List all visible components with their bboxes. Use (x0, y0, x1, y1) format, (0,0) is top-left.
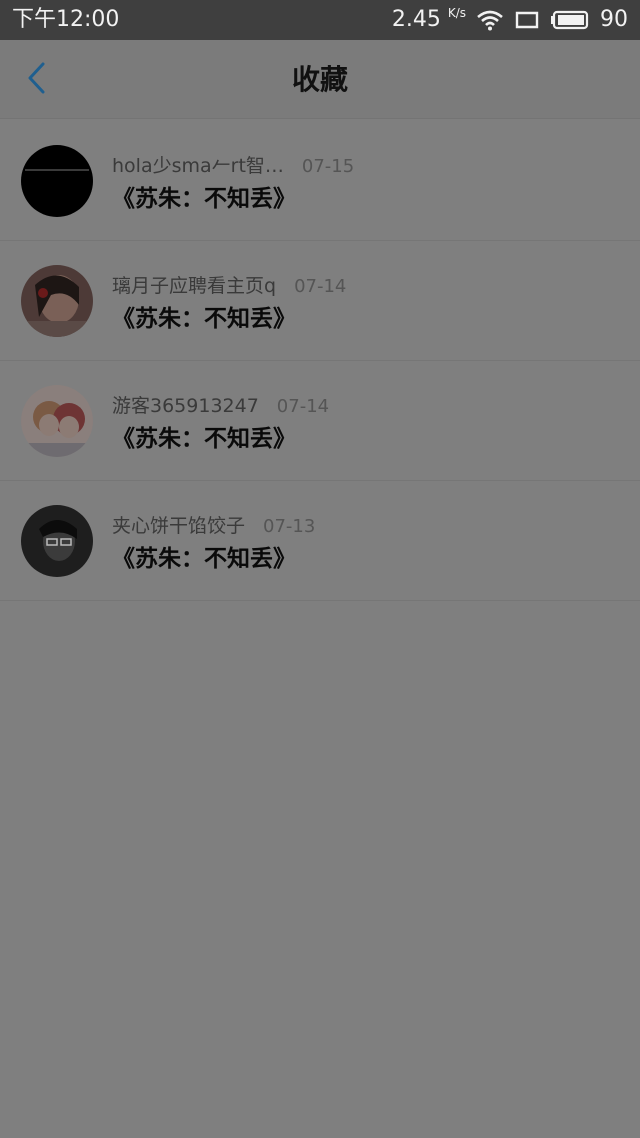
book-title[interactable]: 《苏朱：不知丢》 (112, 539, 296, 573)
favorite-meta: 璃月子应聘看主页q 07-14 (112, 271, 346, 298)
user-avatar[interactable] (21, 505, 93, 577)
battery-icon (550, 9, 590, 31)
book-title[interactable]: 《苏朱：不知丢》 (112, 179, 296, 213)
wifi-icon (476, 9, 504, 31)
favorites-list: hola少sma𠂉rt智… 07-15 《苏朱：不知丢》 璃月子应聘看主页q 0… (0, 121, 640, 601)
favorite-item[interactable]: hola少sma𠂉rt智… 07-15 《苏朱：不知丢》 (0, 121, 640, 241)
status-bar: 下午12:00 2.45 K/s 90 (0, 0, 640, 40)
net-speed-value: 2.45 (391, 7, 441, 32)
net-speed: 2.45 K/s (392, 6, 466, 34)
status-time: 下午12:00 (12, 7, 120, 32)
favorite-date: 07-15 (301, 156, 355, 177)
user-avatar[interactable] (21, 145, 93, 217)
favorite-item[interactable]: 璃月子应聘看主页q 07-14 《苏朱：不知丢》 (0, 241, 640, 361)
book-title[interactable]: 《苏朱：不知丢》 (112, 419, 296, 453)
favorite-meta: 游客365913247 07-14 (112, 391, 329, 418)
favorite-date: 07-14 (294, 276, 347, 297)
book-title[interactable]: 《苏朱：不知丢》 (112, 299, 296, 333)
username[interactable]: 璃月子应聘看主页q (112, 271, 276, 298)
favorite-date: 07-13 (263, 516, 316, 537)
favorite-meta: 夹心饼干馅饺子 07-13 (112, 511, 315, 538)
user-avatar[interactable] (21, 265, 93, 337)
username[interactable]: 夹心饼干馅饺子 (112, 511, 245, 538)
screen-icon (514, 9, 540, 31)
favorite-date: 07-14 (276, 396, 330, 417)
top-nav-bar: 收藏 (0, 40, 640, 119)
favorite-meta: hola少sma𠂉rt智… 07-15 (112, 151, 354, 178)
user-avatar[interactable] (21, 385, 93, 457)
battery-level: 90 (600, 7, 628, 32)
net-speed-unit: K/s (447, 6, 466, 20)
status-right-group: 2.45 K/s 90 (392, 6, 628, 34)
favorite-item[interactable]: 游客365913247 07-14 《苏朱：不知丢》 (0, 361, 640, 481)
username[interactable]: 游客365913247 (112, 391, 259, 418)
username[interactable]: hola少sma𠂉rt智… (112, 151, 284, 178)
page-title: 收藏 (291, 63, 348, 96)
favorite-item[interactable]: 夹心饼干馅饺子 07-13 《苏朱：不知丢》 (0, 481, 640, 601)
